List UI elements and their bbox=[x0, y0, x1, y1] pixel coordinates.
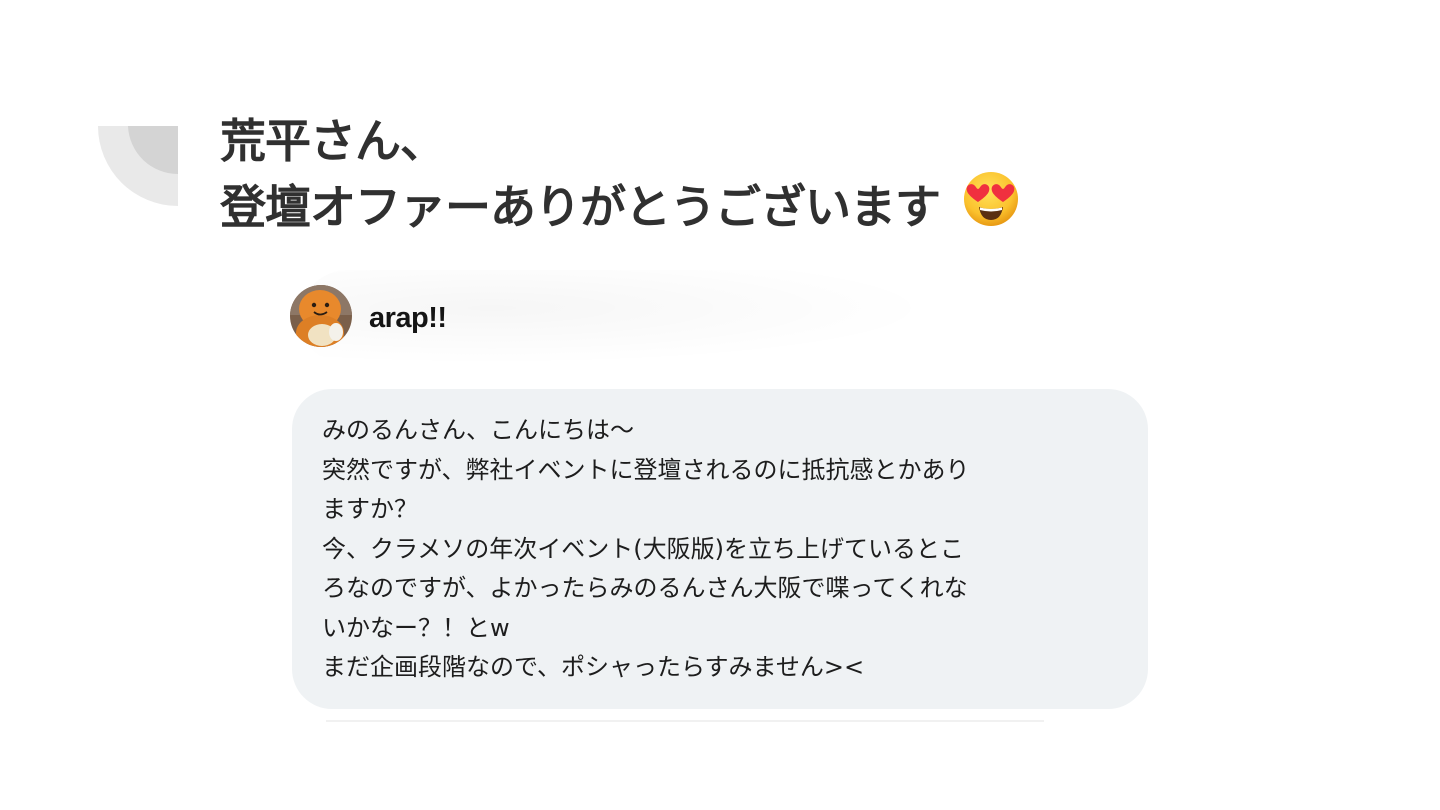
slide: 荒平さん、 登壇オファーありがとうございます arap!! みのるんさん、こんに… bbox=[0, 0, 1440, 810]
message-line: まだ企画段階なので、ポシャったらすみません>< bbox=[322, 653, 865, 681]
title-line-2: 登壇オファーありがとうございます bbox=[220, 180, 941, 234]
slide-title: 荒平さん、 登壇オファーありがとうございます bbox=[220, 108, 941, 240]
message-line: ますか？ bbox=[322, 495, 418, 523]
message-line: 今、クラメソの年次イベント(大阪版)を立ち上げているとこ bbox=[322, 534, 965, 563]
corner-decoration bbox=[98, 126, 178, 206]
post-username[interactable]: arap!! bbox=[369, 300, 447, 336]
heart-eyes-emoji-icon bbox=[964, 172, 1018, 226]
post-divider bbox=[326, 720, 1044, 722]
message-line: みのるんさん、こんにちは〜 bbox=[322, 416, 634, 444]
title-line-1: 荒平さん、 bbox=[220, 114, 446, 168]
avatar[interactable] bbox=[290, 285, 352, 347]
message-line: いかなー？！とw bbox=[322, 613, 510, 642]
message-text: みのるんさん、こんにちは〜 突然ですが、弊社イベントに登壇されるのに抵抗感とかあ… bbox=[322, 411, 1122, 688]
message-line: ろなのですが、よかったらみのるんさん大阪で喋ってくれな bbox=[322, 574, 968, 602]
message-line: 突然ですが、弊社イベントに登壇されるのに抵抗感とかあり bbox=[322, 455, 970, 484]
